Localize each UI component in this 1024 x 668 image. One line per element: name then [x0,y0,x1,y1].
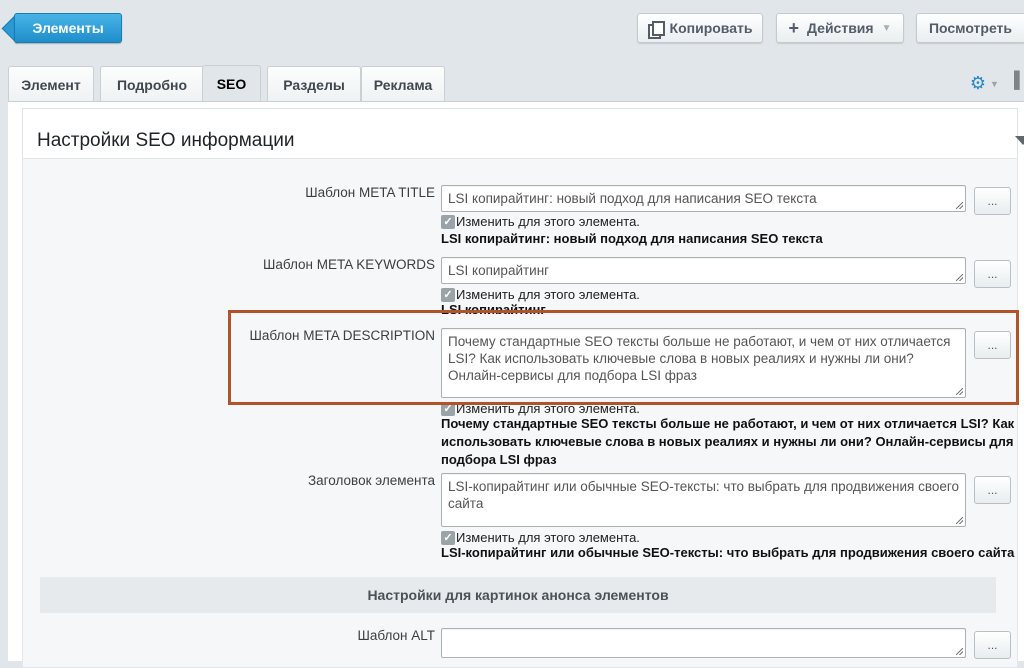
meta-description-insert-button[interactable]: ... [974,331,1011,359]
element-heading-input[interactable]: LSI-копирайтинг или обычные SEO-тексты: … [441,473,966,527]
toolbar: Элементы Копировать + Действия ▼ Посмотр… [0,0,1024,56]
pin-icon[interactable]: ▌ [1014,72,1024,94]
seo-panel: Настройки SEO информации Шаблон META TIT… [8,101,1024,668]
meta-keywords-override[interactable]: ✓ Изменить для этого элемента. [441,287,640,302]
copy-button-label: Копировать [669,20,753,36]
checkbox-label: Изменить для этого элемента. [456,530,640,545]
image-settings-subheader: Настройки для картинок анонса элементов [40,577,996,613]
plus-icon: + [788,18,800,38]
checkbox-checked-icon[interactable]: ✓ [441,287,455,302]
seo-form: Шаблон META TITLE LSI копирайтинг: новый… [22,158,1018,668]
meta-keywords-result: LSI копирайтинг [441,302,546,314]
checkbox-checked-icon[interactable]: ✓ [441,530,455,545]
meta-keywords-label: Шаблон META KEYWORDS [262,257,435,272]
section-title: Настройки SEO информации [37,130,295,151]
checkbox-label: Изменить для этого элемента. [456,214,640,229]
tab-advertising[interactable]: Реклама [361,66,445,102]
element-heading-label: Заголовок элемента [308,473,435,488]
element-heading-override[interactable]: ✓ Изменить для этого элемента. [441,530,640,545]
alt-template-label: Шаблон ALT [357,628,435,643]
element-heading-insert-button[interactable]: ... [974,476,1011,504]
chevron-down-icon: ▼ [881,22,892,34]
tab-element[interactable]: Элемент [8,66,94,102]
checkbox-checked-icon[interactable]: ✓ [441,214,455,229]
element-heading-result: LSI-копирайтинг или обычные SEO-тексты: … [441,545,1015,560]
chevron-down-icon[interactable]: ▼ [990,79,999,89]
view-button-label: Посмотреть [928,20,1013,36]
meta-keywords-insert-button[interactable]: ... [974,260,1011,288]
checkbox-label: Изменить для этого элемента. [456,401,640,416]
meta-description-input[interactable]: Почему стандартные SEO тексты больше не … [441,328,966,398]
copy-button[interactable]: Копировать [637,13,763,43]
tab-details[interactable]: Подробно [100,66,204,102]
meta-keywords-input[interactable]: LSI копирайтинг [441,257,966,284]
checkbox-label: Изменить для этого элемента. [456,287,640,302]
actions-button-label: Действия [807,20,874,36]
tab-sections[interactable]: Разделы [267,66,361,102]
meta-description-result: Почему стандартные SEO тексты больше не … [441,416,1015,467]
section-header[interactable]: Настройки SEO информации [22,108,1024,158]
elements-back-button[interactable]: Элементы [14,13,122,43]
meta-title-result: LSI копирайтинг: новый подход для написа… [441,231,823,246]
meta-description-label: Шаблон META DESCRIPTION [249,328,435,343]
meta-title-insert-button[interactable]: ... [974,187,1011,215]
gear-icon[interactable]: ⚙ [968,73,988,93]
meta-title-label: Шаблон META TITLE [305,185,435,200]
copy-icon [647,20,665,39]
checkbox-checked-icon[interactable]: ✓ [441,401,455,416]
collapse-icon[interactable] [1015,136,1024,145]
view-button[interactable]: Посмотреть [916,13,1024,43]
meta-description-override[interactable]: ✓ Изменить для этого элемента. [441,401,640,416]
meta-title-override[interactable]: ✓ Изменить для этого элемента. [441,214,640,229]
meta-title-input[interactable]: LSI копирайтинг: новый подход для написа… [441,185,966,212]
tab-seo[interactable]: SEO [202,65,261,102]
actions-button[interactable]: + Действия ▼ [776,13,904,43]
alt-template-input[interactable] [441,628,966,658]
